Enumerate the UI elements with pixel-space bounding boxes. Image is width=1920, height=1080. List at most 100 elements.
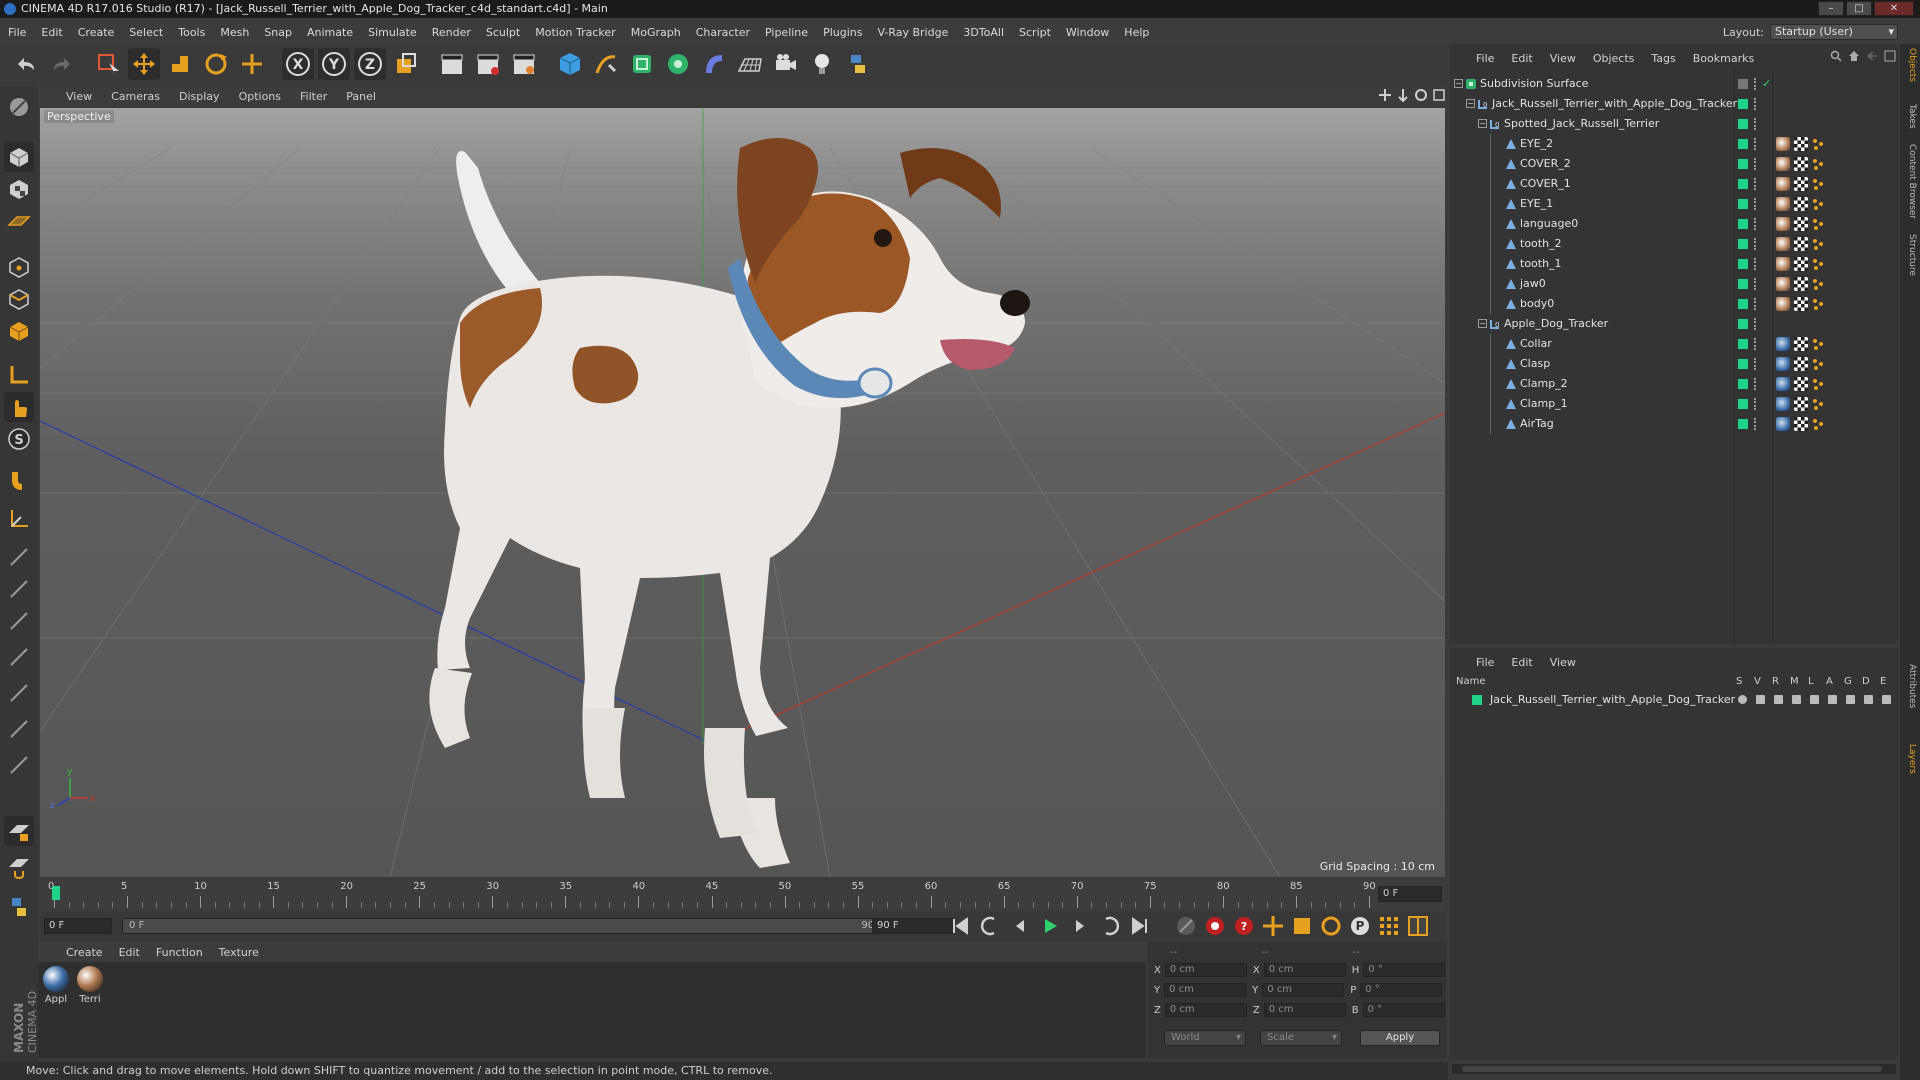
layer-color-dot[interactable]: [1738, 219, 1748, 229]
menu-plugins[interactable]: Plugins: [823, 26, 862, 39]
object-row[interactable]: − Subdivision Surface ✓: [1450, 74, 1898, 94]
layer-column-a[interactable]: A: [1826, 676, 1833, 687]
sculpt-brush-5[interactable]: [4, 678, 34, 708]
timeline-window-icon[interactable]: [1406, 914, 1430, 938]
texture-mode-button[interactable]: [4, 174, 34, 204]
close-button[interactable]: ✕: [1874, 1, 1914, 16]
layer-column-e[interactable]: E: [1880, 676, 1886, 687]
object-menu-tags[interactable]: Tags: [1651, 52, 1675, 65]
uvw-tag-icon[interactable]: [1794, 297, 1808, 311]
home-icon[interactable]: [1848, 50, 1860, 62]
orbit-icon[interactable]: [1414, 88, 1428, 102]
object-row[interactable]: Clamp_2: [1450, 374, 1898, 394]
phong-tag-icon[interactable]: [1812, 178, 1824, 190]
collapse-toggle[interactable]: −: [1454, 79, 1463, 88]
sculpt-brush-4[interactable]: [4, 642, 34, 672]
viewport-menu-cameras[interactable]: Cameras: [111, 90, 160, 103]
phong-tag-icon[interactable]: [1812, 298, 1824, 310]
visibility-dots-icon[interactable]: [1754, 198, 1757, 210]
phong-tag-icon[interactable]: [1812, 418, 1824, 430]
object-menu-bookmarks[interactable]: Bookmarks: [1693, 52, 1754, 65]
visibility-dots-icon[interactable]: [1754, 378, 1757, 390]
visibility-dots-icon[interactable]: [1754, 278, 1757, 290]
object-row[interactable]: Clamp_1: [1450, 394, 1898, 414]
sculpt-brush-6[interactable]: [4, 714, 34, 744]
object-row[interactable]: COVER_2: [1450, 154, 1898, 174]
phong-tag-icon[interactable]: [1812, 358, 1824, 370]
live-selection-button[interactable]: [92, 48, 124, 80]
visibility-dots-icon[interactable]: [1754, 178, 1757, 190]
maximize-panel-icon[interactable]: [1884, 50, 1896, 62]
visibility-dots-icon[interactable]: [1754, 418, 1757, 430]
phong-tag-icon[interactable]: [1812, 238, 1824, 250]
object-row[interactable]: body0: [1450, 294, 1898, 314]
python-button[interactable]: [842, 48, 874, 80]
locked-workplane-button[interactable]: [4, 504, 34, 534]
sculpt-mask-button[interactable]: [4, 852, 34, 882]
enabled-check-icon[interactable]: ✓: [1762, 77, 1771, 90]
material-tag-icon[interactable]: [1776, 217, 1790, 231]
visibility-dots-icon[interactable]: [1754, 358, 1757, 370]
visibility-dots-icon[interactable]: [1754, 158, 1757, 170]
phong-tag-icon[interactable]: [1812, 378, 1824, 390]
layer-flag-icon[interactable]: [1882, 695, 1891, 704]
render-settings-button[interactable]: [508, 48, 540, 80]
scale-tool-button[interactable]: [164, 48, 196, 80]
object-menu-view[interactable]: View: [1550, 52, 1576, 65]
object-menu-file[interactable]: File: [1476, 52, 1494, 65]
layer-flag-icon[interactable]: [1810, 695, 1819, 704]
visibility-dots-icon[interactable]: [1754, 118, 1757, 130]
magnet-tool-button[interactable]: [4, 464, 34, 494]
object-row[interactable]: tooth_1: [1450, 254, 1898, 274]
cube-object-button[interactable]: [554, 48, 586, 80]
dolly-icon[interactable]: [1396, 88, 1410, 102]
object-menu-edit[interactable]: Edit: [1511, 52, 1532, 65]
maximize-button[interactable]: □: [1846, 1, 1872, 16]
phong-tag-icon[interactable]: [1812, 338, 1824, 350]
material-tag-icon[interactable]: [1776, 257, 1790, 271]
visibility-dots-icon[interactable]: [1754, 298, 1757, 310]
size-field[interactable]: 0 cm: [1262, 983, 1345, 997]
menu-motion-tracker[interactable]: Motion Tracker: [535, 26, 615, 39]
size-field[interactable]: 0 cm: [1263, 1003, 1346, 1017]
go-to-end-icon[interactable]: [1128, 914, 1152, 938]
layer-flag-icon[interactable]: [1846, 695, 1855, 704]
uvw-tag-icon[interactable]: [1794, 277, 1808, 291]
phong-tag-icon[interactable]: [1812, 198, 1824, 210]
object-row[interactable]: EYE_1: [1450, 194, 1898, 214]
menu-pipeline[interactable]: Pipeline: [765, 26, 808, 39]
axis-mode-button[interactable]: [4, 360, 34, 390]
apply-button[interactable]: Apply: [1360, 1030, 1440, 1046]
polygons-mode-button[interactable]: [4, 316, 34, 346]
layer-row[interactable]: Jack_Russell_Terrier_with_Apple_Dog_Trac…: [1452, 692, 1896, 708]
key-rotation-icon[interactable]: [1319, 914, 1343, 938]
layer-color-dot[interactable]: [1738, 279, 1748, 289]
y-axis-button[interactable]: Y: [318, 48, 350, 80]
collapse-toggle[interactable]: −: [1466, 99, 1475, 108]
visibility-dots-icon[interactable]: [1754, 318, 1757, 330]
make-editable-button[interactable]: [4, 92, 34, 122]
layer-color-dot[interactable]: [1738, 199, 1748, 209]
layer-color-dot[interactable]: [1738, 359, 1748, 369]
coordinate-mode-dropdown[interactable]: Scale ▾: [1260, 1030, 1342, 1046]
rotation-field[interactable]: 0 °: [1360, 983, 1443, 997]
uvw-tag-icon[interactable]: [1794, 337, 1808, 351]
layer-color-dot[interactable]: [1738, 159, 1748, 169]
material-tag-icon[interactable]: [1776, 137, 1790, 151]
rotation-field[interactable]: 0 °: [1362, 1003, 1445, 1017]
menu-mograph[interactable]: MoGraph: [631, 26, 681, 39]
coordinate-system-button[interactable]: [390, 48, 422, 80]
maximize-viewport-icon[interactable]: [1432, 88, 1446, 102]
layer-flag-icon[interactable]: [1828, 695, 1837, 704]
material-tag-icon[interactable]: [1776, 277, 1790, 291]
motion-path-icon[interactable]: [1174, 914, 1198, 938]
material-tag-icon[interactable]: [1776, 337, 1790, 351]
menu-snap[interactable]: Snap: [264, 26, 292, 39]
uvw-tag-icon[interactable]: [1794, 397, 1808, 411]
sculpt-brush-7[interactable]: [4, 750, 34, 780]
undo-button[interactable]: [10, 48, 42, 80]
z-axis-button[interactable]: Z: [354, 48, 386, 80]
layer-menu-edit[interactable]: Edit: [1511, 656, 1532, 669]
scrollbar-thumb[interactable]: [1462, 1066, 1882, 1072]
uvw-tag-icon[interactable]: [1794, 257, 1808, 271]
